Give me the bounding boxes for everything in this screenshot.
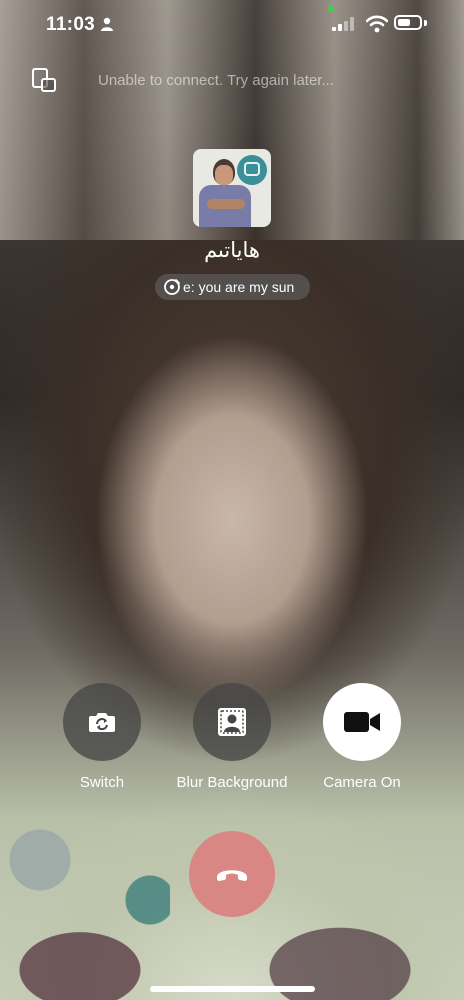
blur-background-icon [218, 708, 246, 736]
cellular-signal-icon [332, 17, 354, 31]
status-song-pill[interactable]: e: you are my sun [155, 274, 310, 300]
camera-on-label: Camera On [323, 774, 401, 791]
video-call-screen: 11:03 Unable to connect. Try again later… [0, 0, 464, 1000]
end-call-button[interactable] [189, 831, 275, 917]
avatar-face [215, 165, 233, 185]
music-disc-icon [164, 279, 180, 295]
battery-tip [424, 20, 427, 26]
song-title: e: you are my sun [183, 279, 295, 295]
background-shirt-art [0, 820, 170, 1000]
wifi-icon [366, 15, 388, 33]
contact-name: هاياتىم [204, 238, 260, 262]
camera-on-button[interactable] [323, 683, 401, 761]
battery-icon [394, 15, 422, 30]
camera-in-use-indicator [328, 6, 334, 12]
blur-background-label: Blur Background [176, 774, 288, 791]
switch-camera-button[interactable] [63, 683, 141, 761]
video-camera-icon [344, 712, 380, 732]
battery-level [398, 19, 410, 26]
status-time: 11:03 [46, 14, 96, 35]
person-icon [101, 17, 113, 31]
avatar-arms [207, 199, 245, 209]
home-indicator[interactable] [150, 986, 315, 992]
switch-label: Switch [79, 774, 125, 791]
background-shirt-art [260, 860, 464, 1000]
avatar-logo-mark [244, 162, 260, 176]
connection-notice: Unable to connect. Try again later... [98, 72, 334, 89]
end-call-icon [217, 870, 247, 881]
camera-switch-icon [89, 713, 115, 732]
status-bar: 11:03 [0, 0, 464, 52]
contact-avatar [193, 149, 271, 227]
picture-in-picture-icon[interactable] [30, 66, 58, 94]
blur-background-button[interactable] [193, 683, 271, 761]
